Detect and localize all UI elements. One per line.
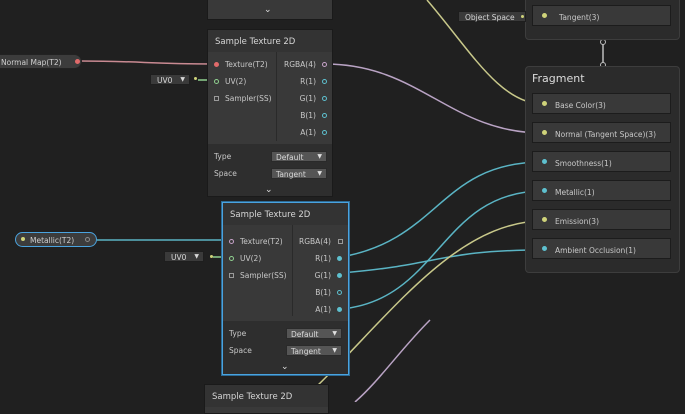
field-port-icon bbox=[521, 15, 524, 18]
dropdown-arrow-icon: ▼ bbox=[332, 347, 337, 354]
node-title: Sample Texture 2D bbox=[208, 30, 332, 52]
block-port-icon bbox=[542, 246, 547, 251]
block-port-icon bbox=[542, 101, 547, 106]
normal-map-property[interactable]: Normal Map(T2) bbox=[0, 54, 82, 69]
block-port-icon bbox=[542, 130, 547, 135]
output-r[interactable]: R(1) bbox=[284, 76, 330, 90]
type-label: Type bbox=[229, 329, 247, 338]
block-ambient-occlusion[interactable]: Ambient Occlusion(1) bbox=[532, 238, 671, 259]
port-sampler-icon bbox=[229, 273, 234, 278]
block-tangent[interactable]: Tangent(3) bbox=[532, 5, 671, 26]
object-space-field[interactable]: Object Space bbox=[458, 11, 526, 22]
block-port-icon bbox=[542, 217, 547, 222]
output-a[interactable]: A(1) bbox=[284, 127, 330, 141]
dropdown-arrow-icon: ▼ bbox=[317, 153, 322, 160]
port-r-icon bbox=[337, 256, 342, 261]
dropdown-arrow-icon: ▼ bbox=[317, 170, 322, 177]
port-r-icon bbox=[322, 79, 327, 84]
collapse-chevron-icon[interactable]: ⌄ bbox=[265, 185, 273, 195]
output-g[interactable]: G(1) bbox=[284, 93, 330, 107]
node-title: Sample Texture 2D bbox=[205, 385, 328, 407]
wire-rgba-normal bbox=[324, 63, 544, 134]
output-rgba[interactable]: RGBA(4) bbox=[299, 236, 345, 250]
port-rgba-icon bbox=[338, 239, 343, 244]
collapse-chevron-icon[interactable]: ⌄ bbox=[264, 5, 272, 15]
output-b[interactable]: B(1) bbox=[299, 287, 345, 301]
port-g-icon bbox=[322, 96, 327, 101]
port-b-icon bbox=[337, 290, 342, 295]
sample-texture-2d-node-3[interactable]: Sample Texture 2D bbox=[204, 384, 329, 414]
port-uv-icon bbox=[229, 256, 234, 261]
port-divider bbox=[292, 225, 293, 316]
port-rgba-icon bbox=[322, 62, 327, 67]
sample-texture-2d-node-1[interactable]: Sample Texture 2D Texture(T2) UV(2) Samp… bbox=[207, 29, 333, 197]
wire-normal-map bbox=[79, 60, 214, 65]
property-port-icon bbox=[75, 59, 80, 64]
block-smoothness[interactable]: Smoothness(1) bbox=[532, 151, 671, 172]
space-label: Space bbox=[229, 346, 252, 355]
output-g[interactable]: G(1) bbox=[299, 270, 345, 284]
uv-field-2[interactable]: UV0 ▼ bbox=[164, 251, 204, 262]
collapse-chevron-icon[interactable]: ⌄ bbox=[281, 362, 289, 372]
space-dropdown[interactable]: Tangent ▼ bbox=[286, 345, 342, 356]
port-divider bbox=[276, 52, 277, 141]
top-partial-node[interactable]: ⌄ bbox=[207, 0, 333, 20]
dropdown-arrow-icon: ▼ bbox=[332, 330, 337, 337]
uv-field-port-icon bbox=[210, 255, 213, 258]
metallic-property[interactable]: Metallic(T2) bbox=[15, 232, 97, 247]
property-port-icon bbox=[21, 237, 25, 241]
wire-smoothness bbox=[340, 161, 544, 258]
type-dropdown[interactable]: Default ▼ bbox=[271, 151, 327, 162]
block-port-icon bbox=[542, 159, 547, 164]
output-r[interactable]: R(1) bbox=[299, 253, 345, 267]
type-dropdown[interactable]: Default ▼ bbox=[286, 328, 342, 339]
context-title: Fragment bbox=[532, 72, 585, 85]
output-rgba[interactable]: RGBA(4) bbox=[284, 59, 330, 73]
port-a-icon bbox=[337, 307, 342, 312]
wire-lavender-bottom bbox=[354, 319, 431, 402]
node-title: Sample Texture 2D bbox=[223, 203, 348, 225]
port-g-icon bbox=[337, 273, 342, 278]
block-metallic[interactable]: Metallic(1) bbox=[532, 180, 671, 201]
uv-field-port-icon bbox=[194, 77, 197, 80]
port-texture-icon bbox=[214, 62, 219, 67]
block-normal[interactable]: Normal (Tangent Space)(3) bbox=[532, 122, 671, 143]
port-a-icon bbox=[322, 130, 327, 135]
block-emission[interactable]: Emission(3) bbox=[532, 209, 671, 230]
space-label: Space bbox=[214, 169, 237, 178]
type-label: Type bbox=[214, 152, 232, 161]
fragment-context: Fragment Base Color(3) Normal (Tangent S… bbox=[525, 66, 680, 273]
space-dropdown[interactable]: Tangent ▼ bbox=[271, 168, 327, 179]
output-b[interactable]: B(1) bbox=[284, 110, 330, 124]
property-out-port-icon bbox=[85, 237, 90, 242]
port-b-icon bbox=[322, 113, 327, 118]
block-base-color[interactable]: Base Color(3) bbox=[532, 93, 671, 114]
wire-ao bbox=[340, 249, 544, 274]
uv-field-1[interactable]: UV0 ▼ bbox=[150, 74, 190, 85]
output-a[interactable]: A(1) bbox=[299, 304, 345, 318]
block-port-icon bbox=[542, 188, 547, 193]
port-uv-icon bbox=[214, 79, 219, 84]
sample-texture-2d-node-2[interactable]: Sample Texture 2D Texture(T2) UV(2) Samp… bbox=[222, 202, 349, 375]
block-port-icon bbox=[542, 13, 547, 18]
port-texture-icon bbox=[229, 239, 234, 244]
vertex-context: Tangent(3) bbox=[525, 0, 680, 40]
port-sampler-icon bbox=[214, 96, 219, 101]
